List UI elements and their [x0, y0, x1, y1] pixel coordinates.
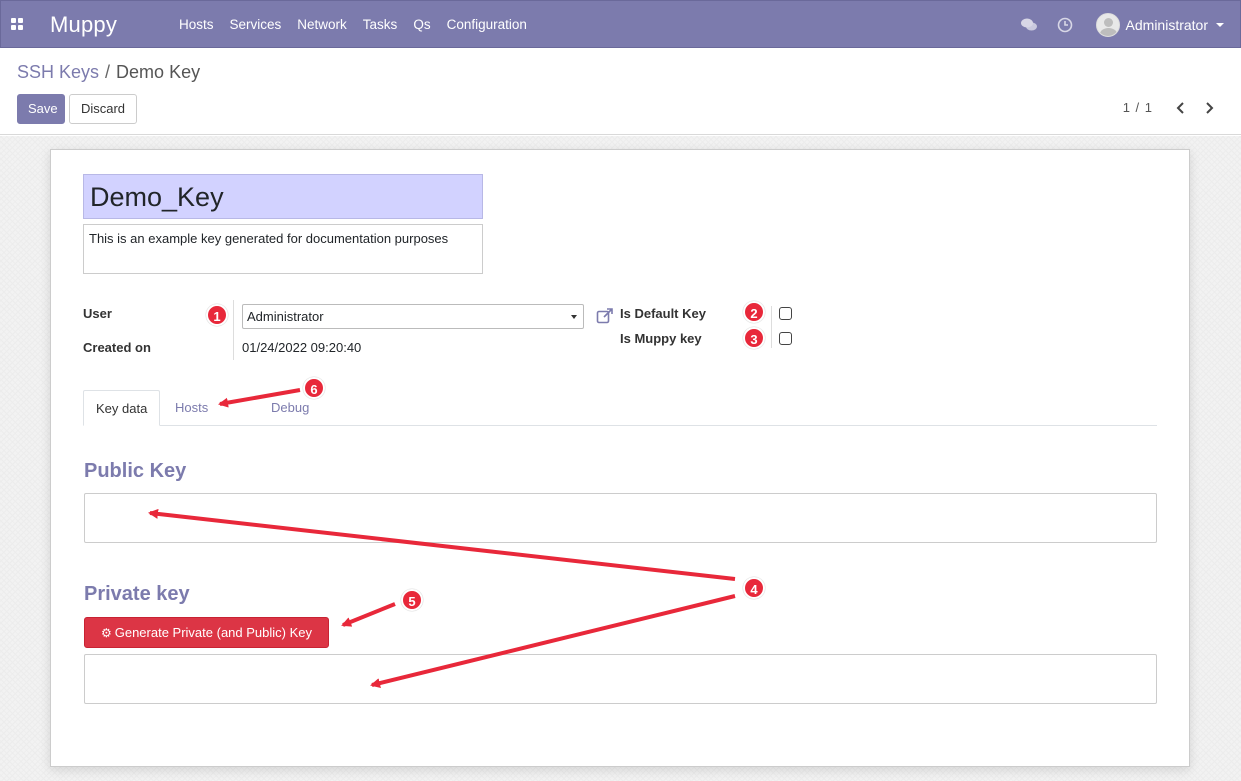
breadcrumb-current: Demo Key [116, 62, 201, 82]
menu-configuration[interactable]: Configuration [439, 1, 535, 49]
app-brand[interactable]: Muppy [50, 12, 117, 38]
is-default-key-label: Is Default Key [620, 306, 706, 321]
private-key-field[interactable] [84, 654, 1157, 704]
generate-key-button[interactable]: ⚙ Generate Private (and Public) Key [84, 617, 329, 648]
public-key-field[interactable] [84, 493, 1157, 543]
apps-menu-icon[interactable] [11, 18, 25, 32]
user-label: User [83, 306, 112, 321]
control-panel: SSH Keys / Demo Key Save Discard 1 / 1 [0, 48, 1241, 135]
tab-hosts[interactable]: Hosts [163, 390, 220, 426]
divider [233, 300, 234, 360]
annotation-badge-3: 3 [743, 327, 765, 349]
breadcrumb-separator: / [105, 62, 111, 82]
annotation-badge-5: 5 [401, 589, 423, 611]
annotation-badge-2: 2 [743, 301, 765, 323]
menu-tasks[interactable]: Tasks [355, 1, 406, 49]
created-on-label: Created on [83, 340, 151, 355]
avatar [1095, 13, 1120, 37]
caret-down-icon [571, 315, 577, 319]
annotation-badge-4: 4 [743, 577, 765, 599]
annotation-badge-1: 1 [206, 304, 228, 326]
pager-value[interactable]: 1 / 1 [1123, 100, 1153, 115]
tab-key-data[interactable]: Key data [83, 390, 161, 426]
name-field[interactable]: Demo_Key [83, 174, 483, 219]
menu-services[interactable]: Services [222, 1, 290, 49]
private-key-title: Private key [84, 583, 190, 605]
user-name: Administrator [1125, 17, 1208, 33]
clock-icon[interactable] [1056, 16, 1074, 34]
menu-qs[interactable]: Qs [405, 1, 438, 49]
discard-button[interactable]: Discard [69, 94, 137, 124]
is-default-key-checkbox[interactable] [779, 307, 792, 320]
public-key-title: Public Key [84, 460, 187, 482]
created-on-value: 01/24/2022 09:20:40 [242, 340, 362, 355]
caret-down-icon [1216, 23, 1224, 27]
generate-key-label: Generate Private (and Public) Key [114, 625, 313, 640]
breadcrumb: SSH Keys / Demo Key [17, 62, 200, 83]
gear-icon: ⚙ [100, 626, 112, 640]
chevron-left-icon[interactable] [1173, 100, 1189, 116]
menu-network[interactable]: Network [289, 1, 355, 49]
annotation-badge-6: 6 [303, 377, 325, 399]
main-menu: Hosts Services Network Tasks Qs Configur… [171, 1, 535, 49]
navbar-systray: Administrator [1020, 1, 1224, 49]
is-muppy-key-label: Is Muppy key [620, 331, 702, 346]
menu-hosts[interactable]: Hosts [171, 1, 222, 49]
is-muppy-key-checkbox[interactable] [779, 332, 792, 345]
user-select[interactable]: Administrator [242, 304, 584, 329]
top-navbar: Muppy Hosts Services Network Tasks Qs Co… [0, 0, 1241, 48]
user-menu[interactable]: Administrator [1095, 13, 1224, 37]
description-field[interactable]: This is an example key generated for doc… [83, 224, 483, 274]
save-button[interactable]: Save [17, 94, 65, 124]
divider [771, 306, 772, 348]
external-link-icon[interactable] [596, 307, 614, 325]
breadcrumb-ssh-keys[interactable]: SSH Keys [17, 62, 99, 82]
form-view-background: Demo_Key This is an example key generate… [0, 136, 1241, 781]
chat-icon[interactable] [1020, 16, 1038, 34]
user-select-value: Administrator [247, 309, 324, 324]
chevron-right-icon[interactable] [1201, 100, 1217, 116]
form-sheet: Demo_Key This is an example key generate… [50, 149, 1190, 767]
notebook-tabs: Key data Hosts Debug [83, 390, 1157, 426]
